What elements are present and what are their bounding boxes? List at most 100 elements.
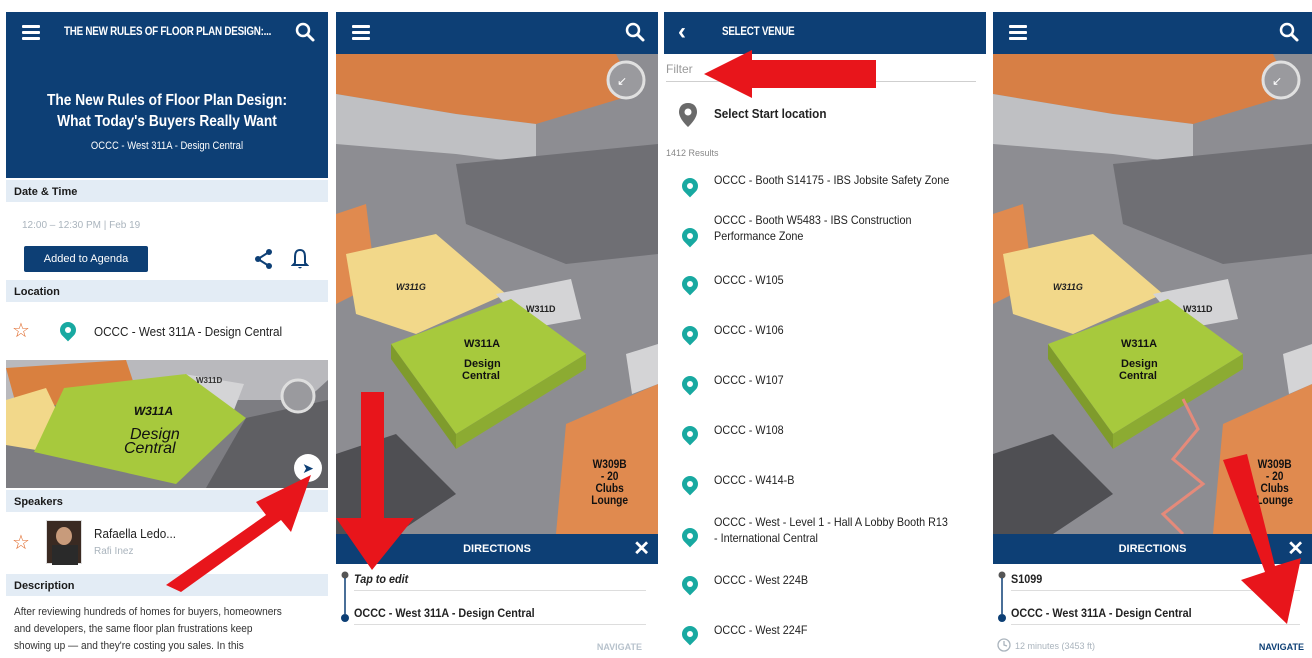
location-value[interactable]: OCCC - West 311A - Design Central: [94, 324, 282, 339]
list-item[interactable]: OCCC - W105: [664, 262, 986, 312]
session-location: OCCC - West 311A - Design Central: [90, 140, 244, 152]
list-item[interactable]: OCCC - W106: [664, 312, 986, 362]
share-icon[interactable]: [254, 248, 274, 270]
room-label-design: Design: [464, 358, 501, 370]
room-label-w311d: W311D: [526, 304, 556, 314]
venue-pin-icon: [678, 322, 702, 346]
back-chevron-icon[interactable]: ‹: [678, 18, 686, 46]
venue-label: OCCC - West 224B: [714, 573, 809, 587]
room-label-central: Central: [462, 370, 500, 382]
results-count: 1412 Results: [666, 148, 719, 158]
venue-pin-icon: [678, 272, 702, 296]
venue-label: OCCC - Booth S14175 - IBS Jobsite Safety…: [714, 173, 950, 187]
navigate-button[interactable]: NAVIGATE: [1259, 642, 1304, 652]
room-label-central: Central: [1119, 370, 1157, 382]
room-label-w311d: W311D: [1183, 304, 1213, 314]
header-title: THE NEW RULES OF FLOOR PLAN DESIGN:...: [64, 24, 272, 38]
annotation-arrow: [1223, 454, 1301, 624]
top-bar: [993, 12, 1312, 54]
list-item[interactable]: OCCC - W107: [664, 362, 986, 412]
room-label-w311a: W311A: [464, 338, 501, 350]
svg-text:↙: ↙: [617, 74, 627, 88]
top-bar: THE NEW RULES OF FLOOR PLAN DESIGN:...: [6, 12, 328, 54]
venue-label: OCCC - W107: [714, 373, 784, 387]
route-line-icon: [998, 571, 1006, 622]
svg-text:↙: ↙: [1272, 74, 1282, 88]
venue-pin-icon: [678, 224, 702, 248]
location-mini-map[interactable]: W311A Design Central W311D ➤: [6, 360, 328, 488]
search-icon[interactable]: [624, 21, 646, 43]
directions-title: DIRECTIONS: [1118, 543, 1187, 555]
list-item[interactable]: OCCC - West 224F: [664, 612, 986, 658]
venue-label: OCCC - W108: [714, 423, 784, 437]
venue-pin-icon: [678, 174, 702, 198]
venue-pin-icon: [678, 422, 702, 446]
venue-label: OCCC - W106: [714, 323, 784, 337]
eta-text: 12 minutes (3453 ft): [1015, 641, 1096, 651]
map-room-label: W311A: [132, 404, 175, 418]
map-directions-screen: ↙ W311G W311D W311A Design Central W309B…: [336, 0, 658, 658]
list-item[interactable]: OCCC - W108: [664, 412, 986, 462]
start-location-field[interactable]: Tap to edit: [354, 572, 408, 586]
venue-label: OCCC - Booth W5483 - IBS Construction Per…: [714, 213, 912, 243]
header-title: SELECT VENUE: [722, 24, 795, 38]
map-room-small-label: W311D: [196, 376, 223, 385]
added-to-agenda-button[interactable]: Added to Agenda: [24, 246, 148, 272]
menu-icon[interactable]: [22, 25, 40, 41]
venue-pin-icon: [678, 572, 702, 596]
list-item[interactable]: OCCC - West 224B: [664, 562, 986, 612]
venue-label: OCCC - W414-B: [714, 473, 795, 487]
select-venue-screen: ‹ SELECT VENUE Filter Select Start locat…: [664, 0, 986, 658]
venue-pin-icon: [678, 524, 702, 548]
annotation-arrow: [336, 392, 414, 570]
venue-label: OCCC - West - Level 1 - Hall A Lobby Boo…: [714, 515, 948, 545]
destination-field[interactable]: OCCC - West 311A - Design Central: [1011, 606, 1192, 620]
room-label-w311g: W311G: [1053, 282, 1083, 292]
top-bar: [336, 12, 658, 54]
annotation-arrow: [166, 475, 311, 592]
room-label-w309b: W309B - 20 Clubs Lounge: [591, 457, 629, 507]
location-section-label: Location: [6, 280, 328, 302]
session-detail-screen: THE NEW RULES OF FLOOR PLAN DESIGN:... T…: [6, 0, 328, 658]
navigate-button[interactable]: NAVIGATE: [597, 642, 642, 652]
date-time-section-label: Date & Time: [6, 180, 328, 202]
session-title-line2: What Today's Buyers Really Want: [57, 113, 277, 130]
venue-pin-icon: [678, 372, 702, 396]
clock-icon: [997, 638, 1011, 652]
menu-icon[interactable]: [1009, 25, 1027, 41]
speaker-company: Rafi Inez: [94, 546, 134, 557]
list-item[interactable]: OCCC - Booth W5483 - IBS Construction Per…: [664, 210, 986, 260]
venue-pin-icon: [678, 622, 702, 646]
session-title-line1: The New Rules of Floor Plan Design:: [46, 92, 288, 109]
destination-field[interactable]: OCCC - West 311A - Design Central: [354, 606, 535, 620]
venue-label: OCCC - West 224F: [714, 623, 808, 637]
bell-icon[interactable]: [291, 248, 309, 270]
annotation-arrow: [704, 50, 876, 98]
start-location-field[interactable]: S1099: [1011, 572, 1042, 586]
speaker-avatar[interactable]: [46, 520, 82, 565]
session-hero: The New Rules of Floor Plan Design: What …: [6, 54, 328, 178]
select-start-location[interactable]: Select Start location: [714, 106, 826, 121]
description-text: After reviewing hundreds of homes for bu…: [14, 606, 282, 652]
venue-label: OCCC - W105: [714, 273, 784, 287]
list-item[interactable]: OCCC - Booth S14175 - IBS Jobsite Safety…: [664, 164, 986, 214]
room-label-w311a: W311A: [1121, 338, 1158, 350]
venue-pin-icon: [678, 472, 702, 496]
top-bar: ‹ SELECT VENUE: [664, 12, 986, 54]
speaker-favorite-star-icon[interactable]: ☆: [12, 530, 30, 555]
search-icon[interactable]: [294, 21, 316, 43]
room-label-w311g: W311G: [396, 282, 426, 292]
room-label-design: Design: [1121, 358, 1158, 370]
list-item[interactable]: OCCC - West - Level 1 - Hall A Lobby Boo…: [664, 510, 986, 560]
map-room-name-line2: Central: [124, 440, 176, 457]
route-directions-screen: ↙ W311G W311D W311A Design Central W309B…: [993, 0, 1312, 658]
favorite-star-icon[interactable]: ☆: [12, 318, 30, 343]
directions-title: DIRECTIONS: [463, 543, 531, 555]
close-icon[interactable]: ✕: [633, 534, 650, 564]
list-item[interactable]: OCCC - W414-B: [664, 462, 986, 512]
date-time-value: 12:00 – 12:30 PM | Feb 19: [22, 220, 141, 231]
start-location-pin-icon: [679, 103, 697, 127]
location-pin-icon: [56, 318, 80, 342]
menu-icon[interactable]: [352, 25, 370, 41]
search-icon[interactable]: [1278, 21, 1300, 43]
